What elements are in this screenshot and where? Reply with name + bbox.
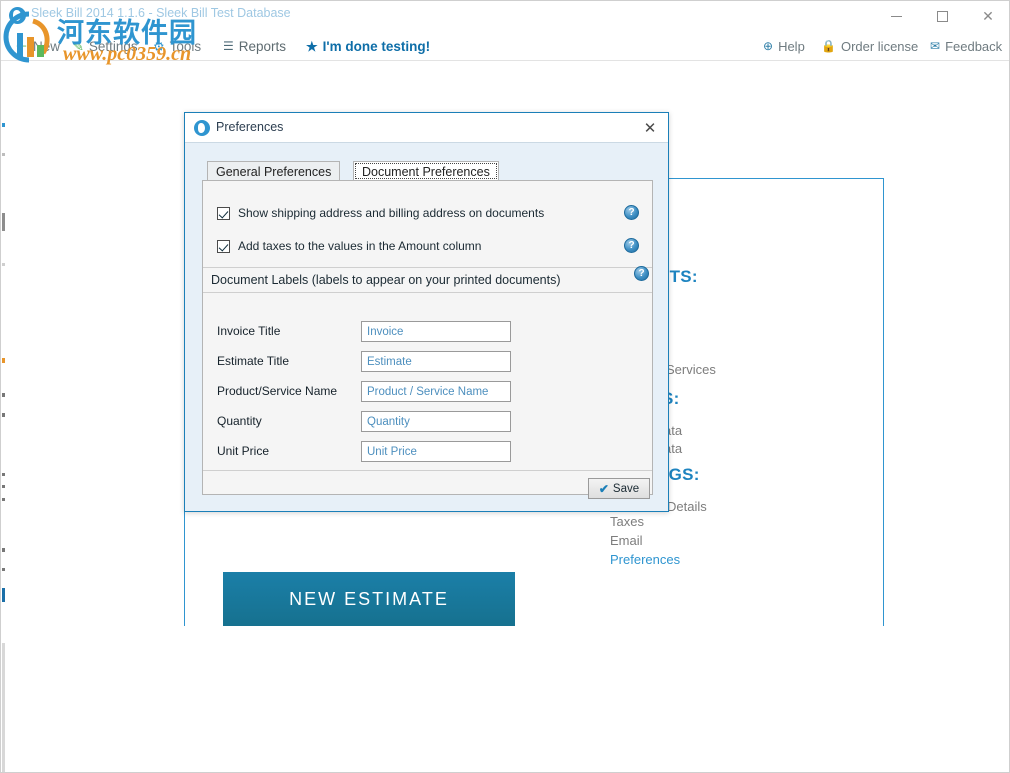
close-icon: ✕	[643, 120, 657, 137]
toolbar-item-tools-label: Tools	[169, 38, 202, 54]
product-service-name-input[interactable]: Product / Service Name	[361, 381, 511, 402]
checkbox-show-addresses-label: Show shipping address and billing addres…	[238, 206, 545, 220]
toolbar-item-done-testing-label: I'm done testing!	[322, 38, 431, 54]
toolbar-item-help-label: Help	[778, 38, 805, 54]
help-icon: ⊕	[763, 39, 774, 53]
tab-general-preferences[interactable]: General Preferences	[207, 161, 341, 181]
maximize-icon	[936, 10, 948, 22]
help-icon-document-labels[interactable]: ?	[634, 266, 649, 281]
background-link-email: Email	[610, 533, 643, 548]
field-row-quantity: Quantity Quantity	[217, 411, 637, 433]
dialog-close-button[interactable]: ✕	[638, 117, 662, 139]
lock-icon: 🔒	[821, 39, 836, 53]
toolbar-item-tools[interactable]: ⚙ Tools	[153, 31, 201, 61]
toolbar-item-help[interactable]: ⊕ Help	[763, 31, 805, 61]
window-title: Sleek Bill 2014 1.1.6 - Sleek Bill Test …	[31, 6, 291, 20]
document-labels-section-header: Document Labels (labels to appear on you…	[203, 267, 652, 293]
toolbar-item-order-license-label: Order license	[840, 38, 919, 54]
checkbox-show-addresses[interactable]: Show shipping address and billing addres…	[217, 203, 544, 223]
toolbar-item-reports[interactable]: ☰ Reports	[223, 31, 286, 61]
new-estimate-label: NEW ESTIMATE	[289, 588, 449, 609]
unit-price-label: Unit Price	[217, 444, 270, 458]
email-link[interactable]: Email	[610, 533, 643, 548]
close-icon: ✕	[982, 7, 994, 24]
quantity-label: Quantity	[217, 414, 262, 428]
envelope-icon: ✉	[930, 39, 941, 53]
field-row-estimate-title: Estimate Title Estimate	[217, 351, 637, 373]
tab-general-preferences-label: General Preferences	[216, 164, 332, 179]
background-link-taxes: Taxes	[610, 514, 644, 529]
maximize-button[interactable]	[919, 1, 965, 31]
gear-icon: ⚙	[153, 38, 165, 54]
preferences-dialog: Preferences ✕ General Preferences Docume…	[184, 112, 669, 512]
toolbar-item-order-license[interactable]: 🔒 Order license	[821, 31, 918, 61]
check-icon: ✔	[598, 481, 609, 496]
checkbox-add-taxes-label: Add taxes to the values in the Amount co…	[238, 239, 482, 253]
question-mark-glyph: ?	[638, 268, 645, 279]
new-estimate-button[interactable]: NEW ESTIMATE	[223, 572, 515, 626]
document-preferences-panel: Show shipping address and billing addres…	[202, 180, 653, 499]
invoice-title-input[interactable]: Invoice	[361, 321, 511, 342]
checkbox-add-taxes[interactable]: Add taxes to the values in the Amount co…	[217, 236, 481, 256]
title-bar: Sleek Bill 2014 1.1.6 - Sleek Bill Test …	[1, 1, 1009, 31]
services-link[interactable]: Services	[666, 362, 716, 377]
quantity-input[interactable]: Quantity	[361, 411, 511, 432]
toolbar-item-feedback-label: Feedback	[945, 38, 1003, 54]
help-icon-add-taxes[interactable]: ?	[624, 238, 639, 253]
field-row-invoice-title: Invoice Title Invoice	[217, 321, 637, 343]
save-button-label: Save	[612, 482, 640, 495]
dialog-footer-divider	[203, 470, 652, 471]
field-row-unit-price: Unit Price Unit Price	[217, 441, 637, 463]
background-link-preferences: Preferences	[610, 552, 680, 567]
product-service-name-label: Product/Service Name	[217, 384, 338, 398]
app-logo-icon	[9, 7, 26, 24]
dialog-title-bar: Preferences ✕	[185, 113, 668, 143]
toolbar-item-settings-label: Settings	[88, 38, 138, 54]
estimate-title-input[interactable]: Estimate	[361, 351, 511, 372]
dialog-title: Preferences	[216, 120, 284, 134]
help-icon-show-addresses[interactable]: ?	[624, 205, 639, 220]
dialog-app-icon	[194, 120, 210, 136]
question-mark-glyph: ?	[628, 207, 635, 218]
document-labels-section-title: Document Labels (labels to appear on you…	[211, 273, 561, 287]
toolbar-item-settings[interactable]: ✎ Settings	[73, 31, 138, 61]
toolbar-item-feedback[interactable]: ✉ Feedback	[930, 31, 1002, 61]
taxes-link[interactable]: Taxes	[610, 514, 644, 529]
unit-price-input[interactable]: Unit Price	[361, 441, 511, 462]
checkbox-checked-icon	[217, 206, 230, 220]
invoice-title-label: Invoice Title	[217, 324, 281, 338]
pencil-icon: ✎	[73, 38, 84, 54]
star-icon: ★	[306, 38, 318, 54]
estimate-title-label: Estimate Title	[217, 354, 290, 368]
save-button[interactable]: ✔ Save	[588, 478, 650, 499]
background-link-services: Services	[666, 362, 716, 377]
checkbox-checked-icon	[217, 239, 230, 253]
preferences-link[interactable]: Preferences	[610, 552, 680, 567]
details-link[interactable]: Details	[667, 499, 707, 514]
tab-document-preferences[interactable]: Document Preferences	[353, 161, 499, 181]
plus-icon: ＋	[15, 38, 29, 54]
main-toolbar: ＋ New ✎ Settings ⚙ Tools ☰ Reports ★ I'm…	[1, 31, 1009, 61]
minimize-icon	[890, 15, 902, 17]
tab-document-preferences-label: Document Preferences	[362, 164, 490, 179]
minimize-button[interactable]	[873, 1, 919, 31]
toolbar-item-reports-label: Reports	[238, 38, 287, 54]
toolbar-item-new-label: New	[33, 38, 61, 54]
question-mark-glyph: ?	[628, 240, 635, 251]
left-edge-artifacts	[2, 123, 5, 772]
field-row-product-service-name: Product/Service Name Product / Service N…	[217, 381, 637, 403]
toolbar-item-new[interactable]: ＋ New	[15, 31, 60, 61]
close-button[interactable]: ✕	[965, 1, 1010, 31]
list-icon: ☰	[223, 39, 234, 53]
application-window: Sleek Bill 2014 1.1.6 - Sleek Bill Test …	[0, 0, 1010, 773]
background-link-details: Details	[667, 499, 707, 514]
toolbar-item-done-testing[interactable]: ★ I'm done testing!	[306, 31, 430, 61]
